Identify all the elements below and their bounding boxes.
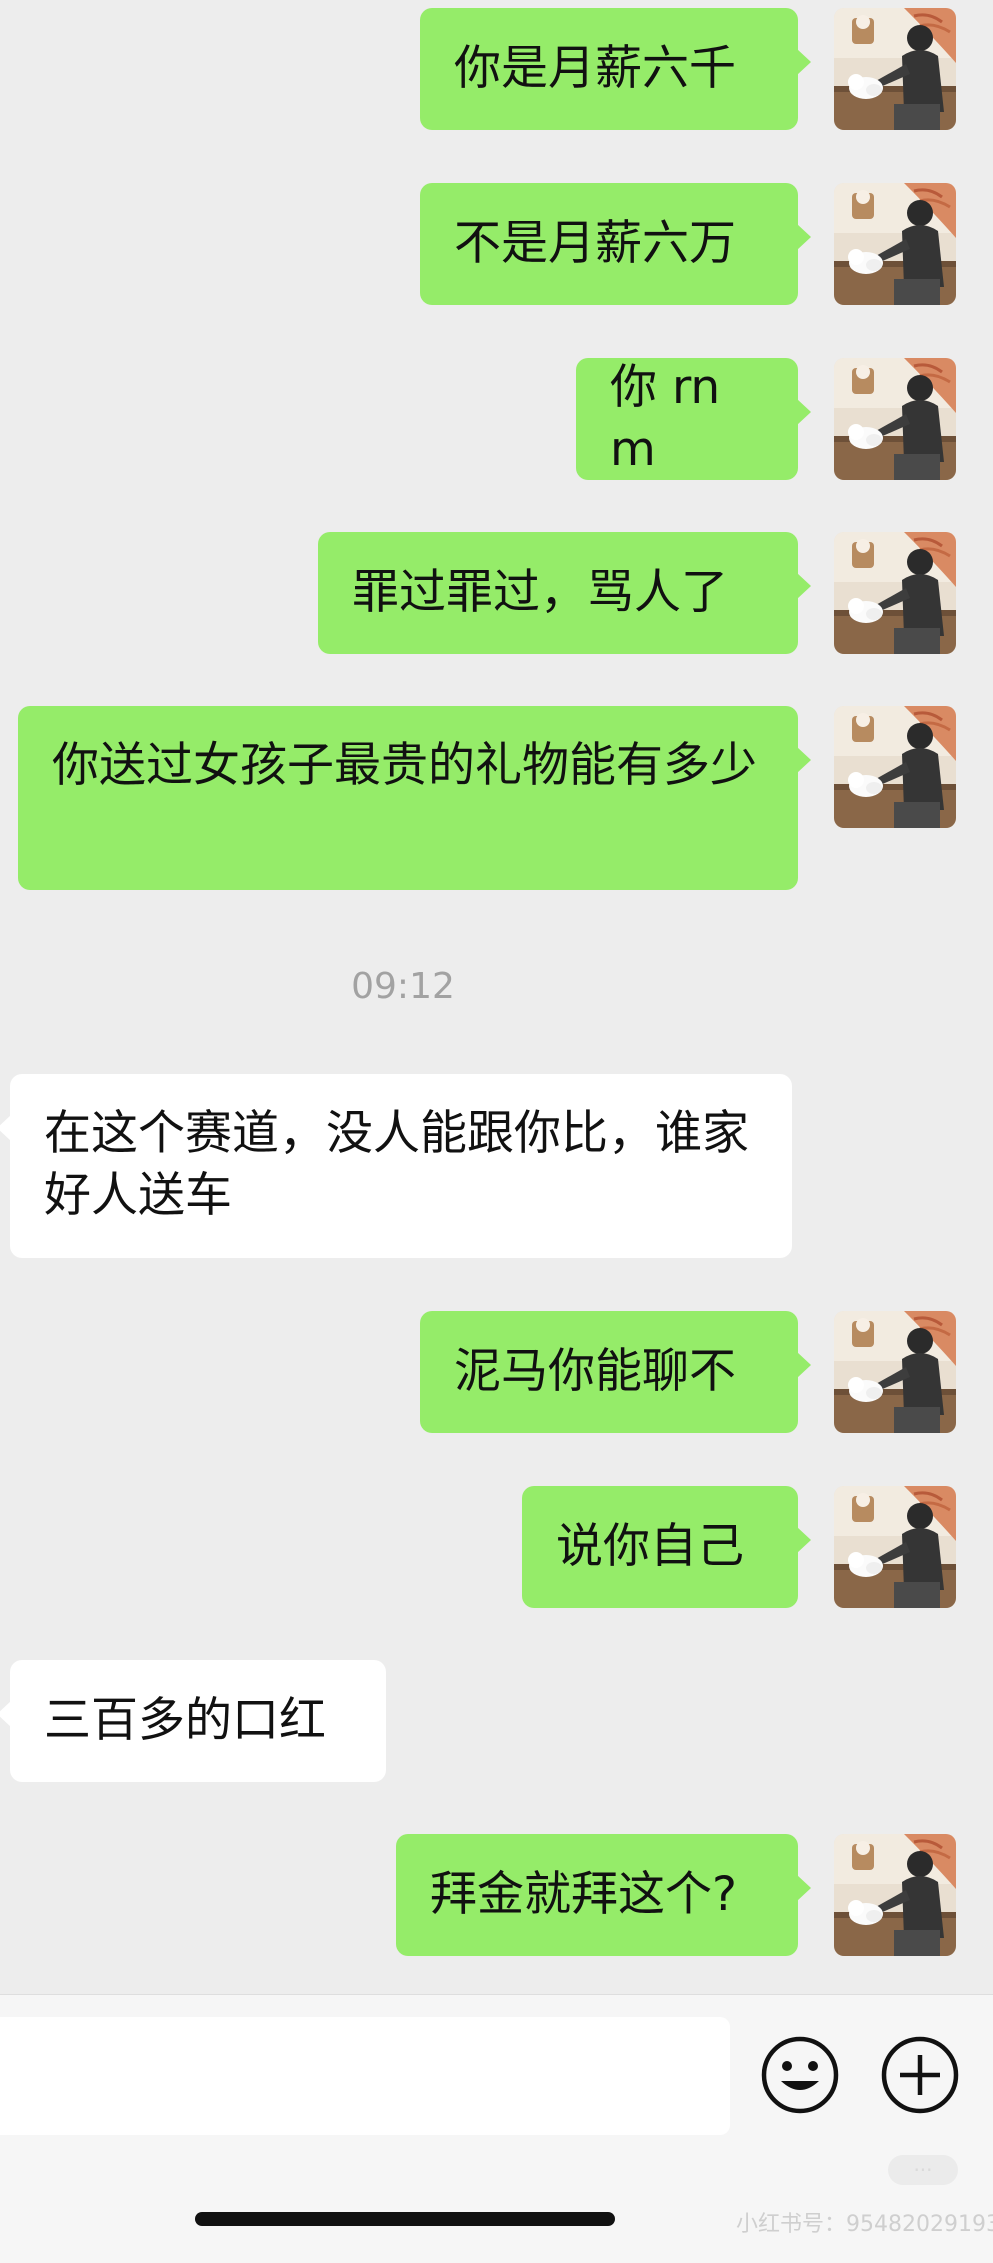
message-text: 罪过罪过，骂人了: [352, 565, 728, 620]
message-text: 你是月薪六千: [454, 41, 736, 96]
message-bubble-sent[interactable]: 不是月薪六万: [420, 183, 811, 305]
message-text: 你 rnm: [610, 360, 721, 477]
message-bubble-sent[interactable]: 说你自己: [522, 1486, 811, 1608]
message-text: 拜金就拜这个?: [430, 1867, 737, 1922]
chat-window: 你是月薪六千 不是月薪六万 你 rnm 罪过罪过，骂人了 你送过女孩子最贵的礼物…: [0, 0, 993, 2263]
message-bubble-sent[interactable]: 你 rnm: [576, 358, 811, 480]
user-avatar[interactable]: [834, 532, 956, 654]
message-input[interactable]: [0, 2017, 730, 2135]
message-text: 在这个赛道，没人能跟你比，谁家好人送车: [44, 1106, 749, 1223]
message-bubble-sent[interactable]: 泥马你能聊不: [420, 1311, 811, 1433]
user-avatar[interactable]: [834, 183, 956, 305]
smiley-face-icon[interactable]: [760, 2035, 840, 2115]
message-bubble-sent[interactable]: 你送过女孩子最贵的礼物能有多少: [18, 706, 811, 890]
message-text: 你送过女孩子最贵的礼物能有多少: [52, 738, 757, 793]
message-text: 泥马你能聊不: [454, 1344, 736, 1399]
message-text: 不是月薪六万: [454, 216, 736, 271]
home-indicator[interactable]: [195, 2212, 615, 2226]
user-avatar[interactable]: [834, 1311, 956, 1433]
user-avatar[interactable]: [834, 1486, 956, 1608]
user-avatar[interactable]: [834, 358, 956, 480]
message-bubble-received[interactable]: 三百多的口红: [0, 1660, 386, 1782]
message-bubble-sent[interactable]: 拜金就拜这个?: [396, 1834, 811, 1956]
message-bubble-received[interactable]: 在这个赛道，没人能跟你比，谁家好人送车: [0, 1074, 792, 1258]
message-text: 三百多的口红: [44, 1693, 326, 1748]
message-text: 说你自己: [556, 1519, 744, 1574]
message-bubble-sent[interactable]: 你是月薪六千: [420, 8, 811, 130]
message-input-bar: ··· 小红书号：95482029193: [0, 1994, 993, 2263]
circle-plus-icon[interactable]: [880, 2035, 960, 2115]
user-avatar[interactable]: [834, 8, 956, 130]
watermark-text: 小红书号：95482029193: [736, 2212, 993, 2237]
user-avatar[interactable]: [834, 706, 956, 828]
faded-badge: ···: [888, 2155, 958, 2185]
user-avatar[interactable]: [834, 1834, 956, 1956]
message-bubble-sent[interactable]: 罪过罪过，骂人了: [318, 532, 811, 654]
message-timestamp: 09:12: [351, 966, 455, 1007]
